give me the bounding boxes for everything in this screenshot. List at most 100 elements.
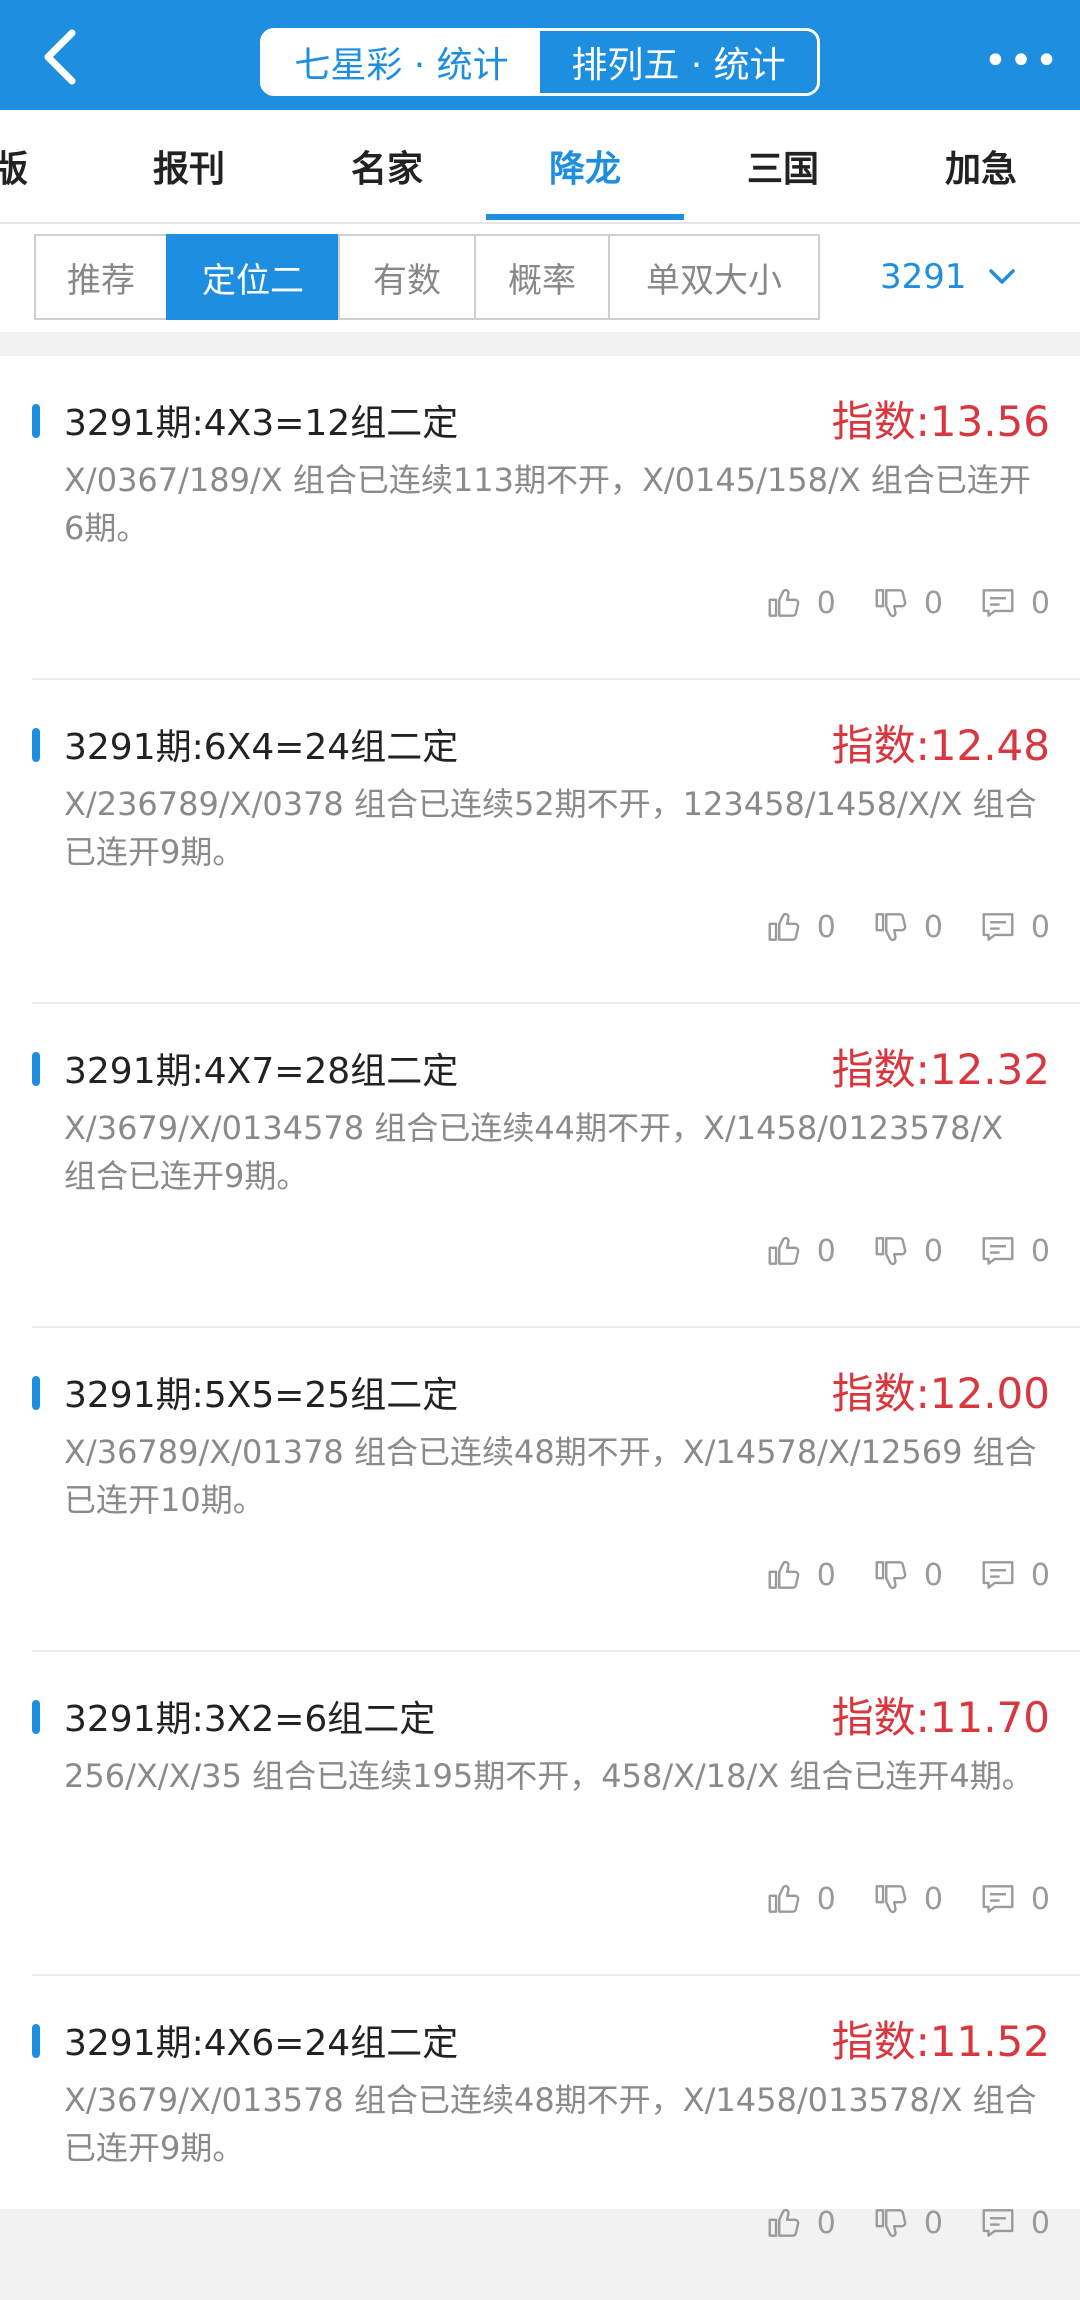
tab-mingjia[interactable]: 名家 bbox=[288, 110, 486, 222]
list-item[interactable]: 3291期:4X6=24组二定 指数:11.52 X/3679/X/013578… bbox=[0, 1976, 1080, 2300]
accent-bar bbox=[32, 1376, 40, 1410]
comment-button[interactable]: 0 bbox=[979, 584, 1050, 622]
item-title: 3291期:5X5=25组二定 bbox=[64, 1375, 459, 1416]
top-bar: 七星彩 · 统计 排列五 · 统计 ••• bbox=[0, 0, 1080, 110]
like-button[interactable]: 0 bbox=[765, 2204, 836, 2242]
like-count: 0 bbox=[816, 585, 836, 621]
comment-count: 0 bbox=[1030, 1557, 1050, 1593]
segment-pailie5[interactable]: 排列五 · 统计 bbox=[540, 31, 817, 93]
comment-count: 0 bbox=[1030, 2205, 1050, 2241]
item-score: 指数:12.32 bbox=[831, 1045, 1050, 1094]
comment-icon bbox=[982, 589, 1014, 617]
item-title: 3291期:4X6=24组二定 bbox=[64, 2023, 459, 2064]
comment-button[interactable]: 0 bbox=[979, 1232, 1050, 1270]
comment-button[interactable]: 0 bbox=[979, 1880, 1050, 1918]
comment-button[interactable]: 0 bbox=[979, 1556, 1050, 1594]
more-icon[interactable]: ••• bbox=[982, 26, 1062, 96]
accent-bar bbox=[32, 404, 40, 438]
thumbs-down-icon bbox=[875, 2209, 907, 2238]
thumbs-up-icon bbox=[768, 2208, 799, 2237]
like-count: 0 bbox=[816, 1881, 836, 1917]
list-item[interactable]: 3291期:6X4=24组二定 指数:12.48 X/236789/X/0378… bbox=[0, 680, 1080, 1004]
comment-button[interactable]: 0 bbox=[979, 2204, 1050, 2242]
item-desc: X/3679/X/0134578 组合已连续44期不开，X/1458/01235… bbox=[64, 1109, 1004, 1195]
dislike-count: 0 bbox=[923, 1557, 943, 1593]
accent-bar bbox=[32, 2024, 40, 2058]
subtab-tuijian[interactable]: 推荐 bbox=[34, 234, 168, 320]
subtab-gailv[interactable]: 概率 bbox=[474, 234, 610, 320]
item-actions: 0 0 0 bbox=[765, 2204, 1050, 2242]
comment-icon bbox=[982, 1237, 1014, 1265]
dislike-button[interactable]: 0 bbox=[872, 2204, 943, 2242]
like-count: 0 bbox=[816, 1233, 836, 1269]
thumbs-down-icon bbox=[875, 589, 907, 618]
dislike-count: 0 bbox=[923, 1881, 943, 1917]
dislike-count: 0 bbox=[923, 585, 943, 621]
dislike-button[interactable]: 0 bbox=[872, 908, 943, 946]
item-score: 指数:13.56 bbox=[831, 397, 1050, 446]
tab-jiaji[interactable]: 加急 bbox=[882, 110, 1080, 222]
like-button[interactable]: 0 bbox=[765, 1880, 836, 1918]
like-button[interactable]: 0 bbox=[765, 584, 836, 622]
thumbs-up-icon bbox=[768, 1560, 799, 1589]
thumbs-down-icon bbox=[875, 1561, 907, 1590]
comment-icon bbox=[982, 1561, 1014, 1589]
dislike-button[interactable]: 0 bbox=[872, 1232, 943, 1270]
item-title: 3291期:4X7=28组二定 bbox=[64, 1051, 459, 1092]
thumbs-down-icon bbox=[875, 1885, 907, 1914]
item-desc: X/3679/X/013578 组合已连续48期不开，X/1458/013578… bbox=[64, 2081, 1037, 2167]
item-actions: 0 0 0 bbox=[765, 908, 1050, 946]
item-desc: X/236789/X/0378 组合已连续52期不开，123458/1458/X… bbox=[64, 785, 1037, 871]
back-button[interactable] bbox=[26, 22, 96, 92]
item-score: 指数:11.70 bbox=[831, 1693, 1050, 1742]
accent-bar bbox=[32, 1700, 40, 1734]
dislike-count: 0 bbox=[923, 1233, 943, 1269]
list-item[interactable]: 3291期:4X3=12组二定 指数:13.56 X/0367/189/X 组合… bbox=[0, 356, 1080, 680]
tab-ban[interactable]: 版 bbox=[0, 110, 50, 222]
chevron-down-icon bbox=[988, 269, 1015, 284]
list-item[interactable]: 3291期:4X7=28组二定 指数:12.32 X/3679/X/013457… bbox=[0, 1004, 1080, 1328]
item-title: 3291期:3X2=6组二定 bbox=[64, 1699, 436, 1740]
thumbs-up-icon bbox=[768, 1236, 799, 1265]
thumbs-up-icon bbox=[768, 912, 799, 941]
comment-count: 0 bbox=[1030, 909, 1050, 945]
item-score: 指数:12.00 bbox=[831, 1369, 1050, 1418]
item-actions: 0 0 0 bbox=[765, 584, 1050, 622]
active-tab-indicator bbox=[486, 214, 684, 220]
chevron-left-icon bbox=[44, 29, 76, 85]
like-count: 0 bbox=[816, 2205, 836, 2241]
subtab-dingwei2[interactable]: 定位二 bbox=[166, 234, 340, 320]
dislike-count: 0 bbox=[923, 909, 943, 945]
comment-count: 0 bbox=[1030, 1233, 1050, 1269]
item-score: 指数:12.48 bbox=[831, 721, 1050, 770]
dislike-button[interactable]: 0 bbox=[872, 1880, 943, 1918]
tab-sanguo[interactable]: 三国 bbox=[684, 110, 882, 222]
item-score: 指数:11.52 bbox=[831, 2017, 1050, 2066]
like-button[interactable]: 0 bbox=[765, 1232, 836, 1270]
list-item[interactable]: 3291期:3X2=6组二定 指数:11.70 256/X/X/35 组合已连续… bbox=[0, 1652, 1080, 1976]
accent-bar bbox=[32, 1052, 40, 1086]
accent-bar bbox=[32, 728, 40, 762]
like-count: 0 bbox=[816, 909, 836, 945]
like-button[interactable]: 0 bbox=[765, 1556, 836, 1594]
period-value: 3291 bbox=[880, 257, 967, 297]
comment-icon bbox=[982, 913, 1014, 941]
subtab-danshuang[interactable]: 单双大小 bbox=[608, 234, 820, 320]
tab-baokan[interactable]: 报刊 bbox=[90, 110, 288, 222]
comment-button[interactable]: 0 bbox=[979, 908, 1050, 946]
dislike-button[interactable]: 0 bbox=[872, 584, 943, 622]
prediction-list: 3291期:4X3=12组二定 指数:13.56 X/0367/189/X 组合… bbox=[0, 356, 1080, 2241]
item-desc: X/36789/X/01378 组合已连续48期不开，X/14578/X/125… bbox=[64, 1433, 1037, 1519]
dislike-button[interactable]: 0 bbox=[872, 1556, 943, 1594]
dislike-count: 0 bbox=[923, 2205, 943, 2241]
like-count: 0 bbox=[816, 1557, 836, 1593]
lottery-switch: 七星彩 · 统计 排列五 · 统计 bbox=[260, 28, 820, 96]
list-item[interactable]: 3291期:5X5=25组二定 指数:12.00 X/36789/X/01378… bbox=[0, 1328, 1080, 1652]
segment-qixingcai[interactable]: 七星彩 · 统计 bbox=[263, 31, 540, 93]
like-button[interactable]: 0 bbox=[765, 908, 836, 946]
comment-count: 0 bbox=[1030, 585, 1050, 621]
period-select[interactable]: 3291 bbox=[880, 234, 1060, 320]
category-tabs: 版 报刊 名家 降龙 三国 加急 bbox=[0, 110, 1080, 224]
tab-xianglong[interactable]: 降龙 bbox=[486, 110, 684, 222]
subtab-youshu[interactable]: 有数 bbox=[338, 234, 476, 320]
